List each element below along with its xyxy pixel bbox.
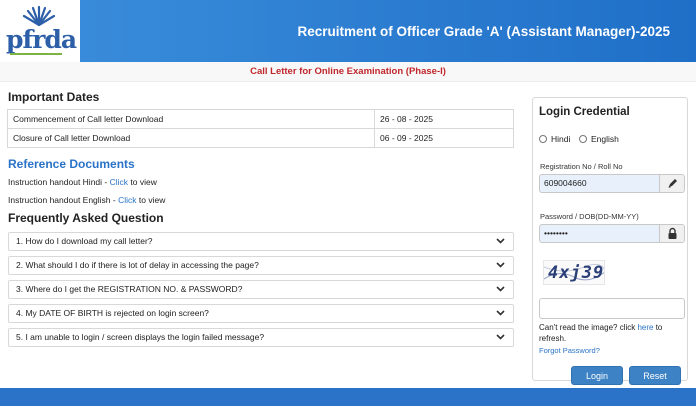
forgot-password-link[interactable]: Forgot Password? [539, 346, 600, 355]
important-dates-table: Commencement of Call letter Download 26 … [7, 109, 514, 148]
captcha-refresh-text: Can't read the image? click here to refr… [539, 322, 685, 344]
date-label: Commencement of Call letter Download [7, 109, 375, 129]
logo-text: pfrda [6, 25, 77, 54]
subheader-banner: Call Letter for Online Examination (Phas… [0, 62, 696, 82]
faq-heading: Frequently Asked Question [8, 211, 164, 225]
faq-question: 5. I am unable to login / screen display… [16, 332, 265, 342]
chevron-down-icon [496, 334, 505, 340]
logo-accent-bar [10, 53, 62, 55]
registration-field[interactable]: 609004660 [539, 174, 685, 193]
main-content: Important Dates Commencement of Call let… [0, 82, 696, 388]
registration-label: Registration No / Roll No [540, 162, 623, 171]
pfrda-logo[interactable]: pfrda [0, 0, 80, 62]
reference-suffix: to view [136, 195, 166, 205]
faq-item[interactable]: 3. Where do I get the REGISTRATION NO. &… [8, 280, 514, 299]
pencil-icon [659, 175, 684, 192]
footer-bar [0, 388, 696, 406]
captcha-text: 4xj39 [548, 263, 605, 283]
radio-label: English [591, 134, 619, 144]
reference-hindi: Instruction handout Hindi - Click to vie… [8, 177, 157, 187]
captcha-image: 4xj39 [543, 260, 605, 285]
faq-item[interactable]: 2. What should I do if there is lot of d… [8, 256, 514, 275]
password-field[interactable]: •••••••• [539, 224, 685, 243]
chevron-down-icon [496, 286, 505, 292]
registration-value: 609004660 [544, 178, 587, 188]
important-dates-heading: Important Dates [8, 90, 100, 104]
reference-documents-heading: Reference Documents [8, 157, 135, 171]
date-value: 06 - 09 - 2025 [374, 128, 514, 148]
date-value: 26 - 08 - 2025 [374, 109, 514, 129]
login-button[interactable]: Login [571, 366, 623, 385]
faq-question: 1. How do I download my call letter? [16, 236, 153, 246]
faq-item[interactable]: 4. My DATE OF BIRTH is rejected on login… [8, 304, 514, 323]
lock-icon [659, 225, 684, 242]
login-title: Login Credential [539, 106, 630, 118]
site-header: pfrda Recruitment of Officer Grade 'A' (… [0, 0, 696, 62]
date-label: Closure of Call letter Download [7, 128, 375, 148]
radio-label: Hindi [551, 134, 571, 144]
reference-label: Instruction handout Hindi - [8, 177, 110, 187]
reference-suffix: to view [128, 177, 157, 187]
hindi-handout-link[interactable]: Click [110, 177, 128, 187]
captcha-input[interactable] [539, 298, 685, 319]
radio-english[interactable]: English [579, 134, 619, 144]
reset-button[interactable]: Reset [629, 366, 681, 385]
faq-question: 3. Where do I get the REGISTRATION NO. &… [16, 284, 243, 294]
faq-question: 4. My DATE OF BIRTH is rejected on login… [16, 308, 209, 318]
logo-rays-icon [22, 5, 56, 26]
reference-label: Instruction handout English - [8, 195, 119, 205]
refresh-prefix: Can't read the image? click [539, 323, 638, 332]
english-handout-link[interactable]: Click [118, 195, 136, 205]
faq-question: 2. What should I do if there is lot of d… [16, 260, 259, 270]
radio-button[interactable] [579, 135, 587, 143]
chevron-down-icon [496, 262, 505, 268]
radio-button[interactable] [539, 135, 547, 143]
radio-hindi[interactable]: Hindi [539, 134, 570, 144]
login-panel: Login Credential Hindi English Registrat… [532, 97, 688, 385]
page-title: Recruitment of Officer Grade 'A' (Assist… [297, 24, 670, 39]
table-row: Commencement of Call letter Download 26 … [7, 109, 514, 129]
table-row: Closure of Call letter Download 06 - 09 … [7, 128, 514, 148]
captcha-refresh-link[interactable]: here [637, 323, 653, 332]
reference-english: Instruction handout English - Click to v… [8, 195, 165, 205]
faq-item[interactable]: 1. How do I download my call letter? [8, 232, 514, 251]
faq-item[interactable]: 5. I am unable to login / screen display… [8, 328, 514, 347]
password-label: Password / DOB(DD-MM-YY) [540, 212, 639, 221]
password-value: •••••••• [544, 228, 568, 238]
chevron-down-icon [496, 310, 505, 316]
chevron-down-icon [496, 238, 505, 244]
